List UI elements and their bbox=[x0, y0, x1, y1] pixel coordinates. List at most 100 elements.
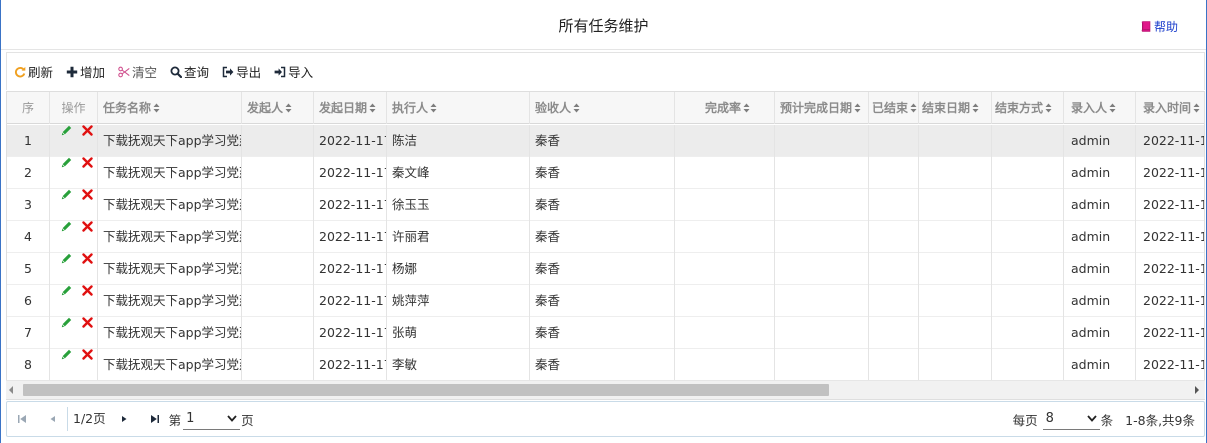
delete-icon[interactable] bbox=[82, 157, 93, 168]
cell-task-name: 下载抚观天下app学习党建 bbox=[98, 317, 242, 349]
table-row[interactable]: 5 下载抚观天下app学习党建 2022-11-17 杨娜 秦香 admin 2022-11… bbox=[7, 253, 1204, 285]
cell-planned-date bbox=[775, 253, 869, 285]
add-label: 增加 bbox=[80, 65, 106, 80]
scroll-thumb[interactable] bbox=[23, 384, 829, 396]
pencil-icon[interactable] bbox=[61, 189, 72, 200]
pencil-icon[interactable] bbox=[61, 253, 72, 264]
table-row[interactable]: 1 下载抚观天下app学习党建 2022-11-17 陈洁 秦香 admin 2022-11… bbox=[7, 125, 1204, 157]
clear-button[interactable]: 清空 bbox=[118, 62, 157, 81]
help-label: 帮助 bbox=[1153, 20, 1178, 34]
cell-executor: 许丽君 bbox=[387, 221, 530, 253]
sort-icon bbox=[1045, 103, 1052, 113]
scroll-left-arrow-icon[interactable] bbox=[9, 386, 13, 394]
col-completion[interactable]: 完成率 bbox=[675, 92, 775, 124]
cell-closed bbox=[869, 221, 919, 253]
cell-planned-date bbox=[775, 157, 869, 189]
scroll-right-arrow-icon[interactable] bbox=[1195, 386, 1199, 394]
cell-completion bbox=[675, 349, 775, 381]
cell-completion bbox=[675, 253, 775, 285]
per-page-prefix: 每页 bbox=[1012, 412, 1038, 428]
refresh-icon bbox=[14, 66, 26, 77]
cell-closed bbox=[869, 285, 919, 317]
col-end-method[interactable]: 结束方式 bbox=[992, 92, 1064, 124]
refresh-label: 刷新 bbox=[28, 65, 54, 80]
export-label: 导出 bbox=[236, 65, 262, 80]
delete-icon[interactable] bbox=[82, 317, 93, 328]
cell-completion bbox=[675, 285, 775, 317]
refresh-button[interactable]: 刷新 bbox=[14, 62, 53, 81]
help-link[interactable]: 帮助 bbox=[1141, 18, 1178, 35]
cell-start-date: 2022-11-17 bbox=[314, 285, 387, 317]
cell-task-name: 下载抚观天下app学习党建 bbox=[98, 285, 242, 317]
export-icon bbox=[222, 66, 234, 77]
next-page-icon[interactable] bbox=[121, 414, 128, 424]
delete-icon[interactable] bbox=[82, 349, 93, 360]
cell-acceptor: 秦香 bbox=[530, 221, 675, 253]
pencil-icon[interactable] bbox=[61, 285, 72, 296]
sort-icon bbox=[369, 103, 376, 113]
pencil-icon[interactable] bbox=[61, 221, 72, 232]
pencil-icon[interactable] bbox=[61, 125, 72, 136]
cell-start-date: 2022-11-17 bbox=[314, 157, 387, 189]
cell-entered-time: 2022-11-17 bbox=[1143, 261, 1204, 276]
last-page-icon[interactable] bbox=[150, 414, 160, 424]
delete-icon[interactable] bbox=[82, 189, 93, 200]
cell-ops bbox=[50, 157, 98, 189]
add-button[interactable]: 增加 bbox=[66, 62, 105, 81]
cell-end-method bbox=[992, 285, 1064, 317]
col-task-name[interactable]: 任务名称 bbox=[98, 92, 242, 124]
import-button[interactable]: 导入 bbox=[274, 62, 313, 81]
table-row[interactable]: 8 下载抚观天下app学习党建 2022-11-17 李敏 秦香 admin 2022-11… bbox=[7, 349, 1204, 381]
pencil-icon[interactable] bbox=[61, 317, 72, 328]
table-row[interactable]: 3 下载抚观天下app学习党建 2022-11-17 徐玉玉 秦香 admin 2022-1… bbox=[7, 189, 1204, 221]
cell-ops bbox=[50, 317, 98, 349]
cell-completion bbox=[675, 317, 775, 349]
export-button[interactable]: 导出 bbox=[222, 62, 261, 81]
cell-start-date: 2022-11-17 bbox=[314, 221, 387, 253]
delete-icon[interactable] bbox=[82, 285, 93, 296]
page-select[interactable]: 1 bbox=[183, 408, 241, 430]
table-row[interactable]: 7 下载抚观天下app学习党建 2022-11-17 张萌 秦香 admin 2022-11… bbox=[7, 317, 1204, 349]
page-prefix: 第 bbox=[168, 412, 182, 428]
col-executor[interactable]: 执行人 bbox=[387, 92, 530, 124]
per-page-select[interactable]: 8 bbox=[1042, 408, 1100, 430]
cell-entered-by: admin bbox=[1064, 221, 1136, 253]
col-acceptor[interactable]: 验收人 bbox=[530, 92, 675, 124]
col-closed[interactable]: 已结束 bbox=[869, 92, 919, 124]
cell-end-date bbox=[919, 285, 992, 317]
col-entered-by[interactable]: 录入人 bbox=[1064, 92, 1136, 124]
col-initiator[interactable]: 发起人 bbox=[242, 92, 314, 124]
pencil-icon[interactable] bbox=[61, 157, 72, 168]
cell-executor: 陈洁 bbox=[387, 125, 530, 157]
sort-icon bbox=[910, 103, 917, 113]
col-planned-date[interactable]: 预计完成日期 bbox=[775, 92, 869, 124]
query-button[interactable]: 查询 bbox=[170, 62, 209, 81]
cell-end-method bbox=[992, 253, 1064, 285]
cell-end-date bbox=[919, 125, 992, 157]
cell-acceptor: 秦香 bbox=[530, 157, 675, 189]
table-row[interactable]: 6 下载抚观天下app学习党建 2022-11-17 姚萍萍 秦香 admin 2022-1… bbox=[7, 285, 1204, 317]
first-page-icon[interactable] bbox=[17, 414, 27, 424]
horizontal-scrollbar[interactable] bbox=[6, 380, 1205, 399]
col-entered-time[interactable]: 录入时间 bbox=[1136, 92, 1204, 124]
chevron-down-icon bbox=[227, 415, 237, 422]
col-end-date[interactable]: 结束日期 bbox=[919, 92, 992, 124]
cell-entered-by: admin bbox=[1064, 253, 1136, 285]
delete-icon[interactable] bbox=[82, 221, 93, 232]
cell-entered-by: admin bbox=[1064, 285, 1136, 317]
per-page-select-value: 8 bbox=[1045, 411, 1054, 426]
cell-seq: 8 bbox=[7, 349, 50, 381]
page-indicator: 1/2页 bbox=[67, 407, 106, 431]
cell-ops bbox=[50, 253, 98, 285]
cell-executor: 姚萍萍 bbox=[387, 285, 530, 317]
table-row[interactable]: 2 下载抚观天下app学习党建 2022-11-17 秦文峰 秦香 admin 2022-1… bbox=[7, 157, 1204, 189]
cell-ops bbox=[50, 349, 98, 381]
delete-icon[interactable] bbox=[82, 125, 93, 136]
cell-executor: 张萌 bbox=[387, 317, 530, 349]
table-row[interactable]: 4 下载抚观天下app学习党建 2022-11-17 许丽君 秦香 admin 2022-1… bbox=[7, 221, 1204, 253]
pencil-icon[interactable] bbox=[61, 349, 72, 360]
prev-page-icon[interactable] bbox=[49, 414, 56, 424]
col-start-date[interactable]: 发起日期 bbox=[314, 92, 387, 124]
cell-entered-time: 2022-11-17 bbox=[1143, 229, 1204, 244]
delete-icon[interactable] bbox=[82, 253, 93, 264]
